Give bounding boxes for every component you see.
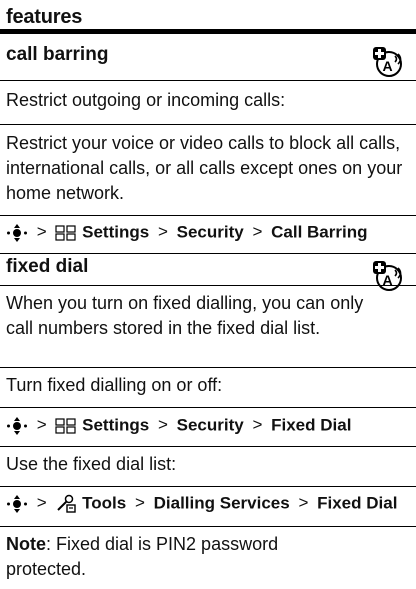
divider (0, 253, 416, 254)
path-item-fixed-dial: Fixed Dial (317, 493, 398, 513)
path-separator: > (134, 493, 145, 513)
path-separator: > (298, 493, 309, 513)
tools-icon (57, 494, 77, 513)
nav-key-icon (7, 495, 27, 513)
network-feature-icon: A (373, 47, 402, 77)
note-text: : Fixed dial is PIN2 password protected. (6, 534, 279, 579)
note-label: Note (6, 534, 46, 554)
path-separator: > (252, 415, 263, 435)
divider (0, 446, 416, 447)
path-separator: > (36, 222, 47, 242)
fixed-dial-para1: When you turn on fixed dialling, you can… (6, 293, 364, 338)
features-header: features (0, 0, 416, 34)
path-item-fixed-dial: Fixed Dial (271, 415, 352, 435)
call-barring-intro: Restrict outgoing or incoming calls: (6, 90, 286, 110)
divider (0, 80, 416, 81)
divider (0, 215, 416, 216)
path-separator: > (252, 222, 263, 242)
path-item-call-barring: Call Barring (271, 222, 368, 242)
divider (0, 285, 416, 286)
divider (0, 124, 416, 125)
path-item-settings: Settings (82, 222, 150, 242)
path-separator: > (157, 222, 168, 242)
path-separator: > (36, 493, 47, 513)
path-separator: > (36, 415, 47, 435)
divider (0, 407, 416, 408)
fixed-dial-title: fixed dial (6, 256, 89, 277)
path-item-dialling-services: Dialling Services (153, 493, 290, 513)
fixed-dial-note: Note: Fixed dial is PIN2 password protec… (6, 532, 346, 582)
path-item-security: Security (176, 222, 244, 242)
call-barring-path: > Settings > Security > Call Barring (6, 222, 367, 244)
path-separator: > (157, 415, 168, 435)
svg-text:A: A (383, 58, 393, 74)
fixed-dial-para2: Turn fixed dialling on or off: (6, 375, 223, 395)
page-title: features (6, 6, 83, 28)
settings-icon (55, 225, 77, 241)
path-item-settings: Settings (82, 415, 150, 435)
call-barring-title: call barring (6, 44, 109, 65)
nav-key-icon (7, 417, 27, 435)
settings-icon (55, 418, 77, 434)
divider (0, 526, 416, 527)
call-barring-desc: Restrict your voice or video calls to bl… (6, 133, 403, 203)
fixed-dial-path-tools: > Tools > Dialling Services > Fixed Dial (6, 493, 397, 515)
nav-key-icon (7, 224, 27, 242)
divider (0, 367, 416, 368)
path-item-security: Security (176, 415, 244, 435)
manual-page: features call barring A Restrict outgoin… (0, 0, 416, 589)
fixed-dial-path-security: > Settings > Security > Fixed Dial (6, 415, 351, 437)
network-feature-icon: A (373, 261, 402, 291)
fixed-dial-para3: Use the fixed dial list: (6, 454, 177, 474)
divider (0, 486, 416, 487)
path-item-tools: Tools (82, 493, 127, 513)
